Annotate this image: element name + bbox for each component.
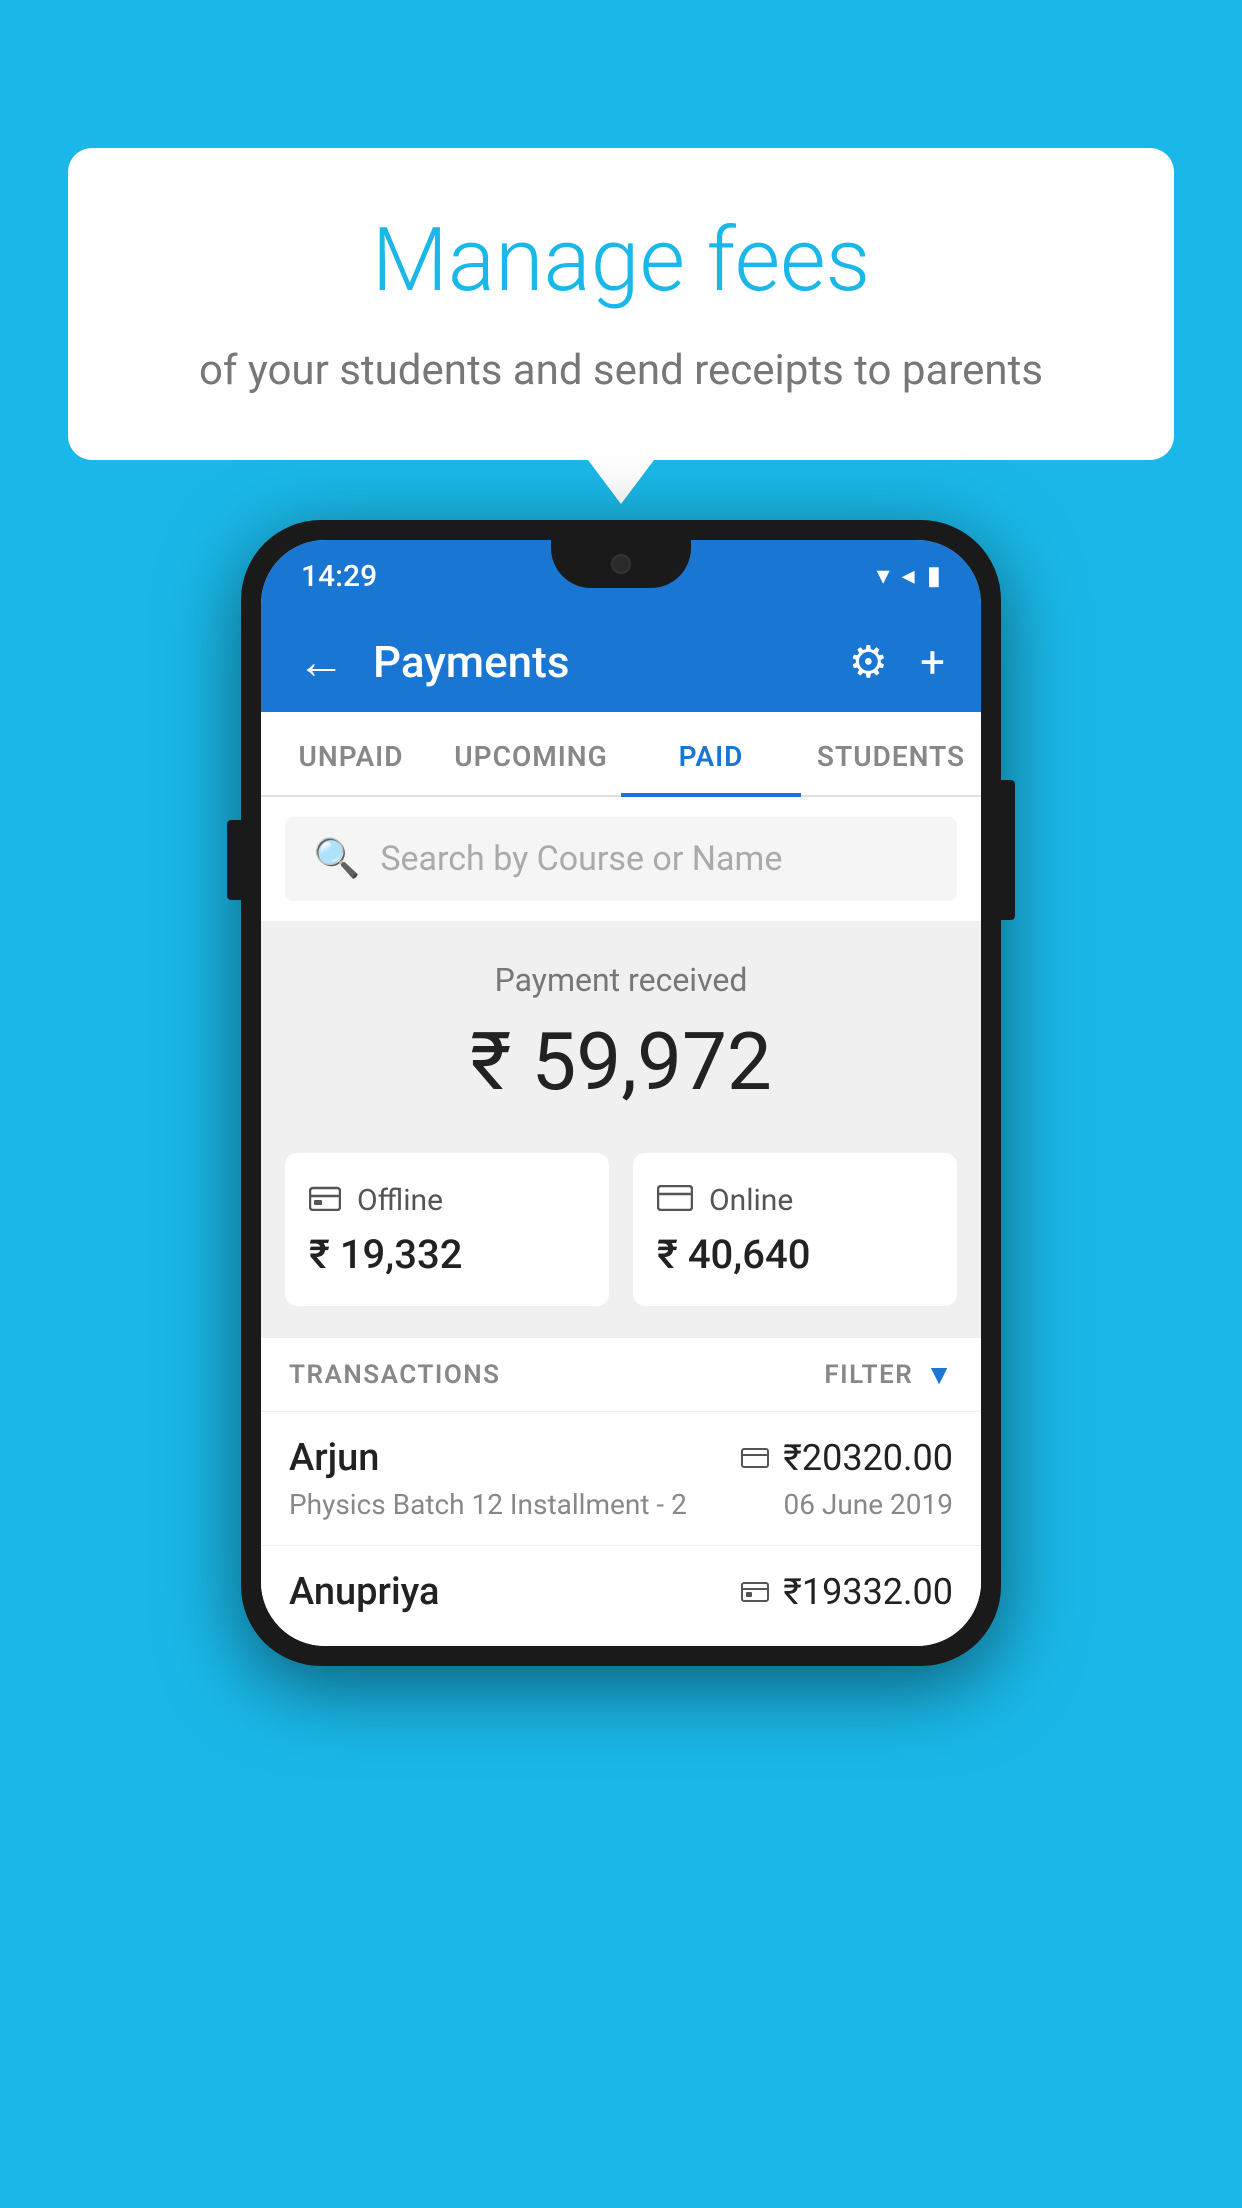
search-container: 🔍 Search by Course or Name [261,797,981,921]
filter-label: FILTER [824,1360,913,1390]
bubble-subtitle: of your students and send receipts to pa… [148,342,1094,401]
back-button[interactable]: ← [297,638,345,686]
offline-card: Offline ₹ 19,332 [285,1153,609,1306]
speech-bubble-container: Manage fees of your students and send re… [68,148,1174,460]
payment-received-section: Payment received ₹ 59,972 [261,921,981,1137]
offline-label: Offline [357,1183,443,1218]
search-placeholder: Search by Course or Name [380,839,782,879]
speech-bubble: Manage fees of your students and send re… [68,148,1174,460]
online-card: Online ₹ 40,640 [633,1153,957,1306]
header-actions: ⚙ + [849,636,945,688]
online-amount: ₹ 40,640 [657,1231,933,1278]
payment-cards: Offline ₹ 19,332 Online [261,1137,981,1338]
add-icon[interactable]: + [920,636,945,688]
app-header: ← Payments ⚙ + [261,612,981,712]
online-icon [657,1181,693,1219]
tab-bar: UNPAID UPCOMING PAID STUDENTS [261,712,981,797]
card-payment-icon [741,1442,769,1475]
signal-icon: ◂ [902,561,915,591]
status-icons: ▾ ◂ ▮ [877,561,941,591]
status-time: 14:29 [301,559,377,594]
camera [611,554,631,574]
search-icon: 🔍 [313,837,360,881]
transaction-row[interactable]: Anupriya ₹19332.00 [261,1545,981,1646]
battery-icon: ▮ [927,561,941,591]
transaction-date: 06 June 2019 [783,1488,953,1521]
transaction-name: Anupriya [289,1570,439,1614]
phone-outer: 14:29 ▾ ◂ ▮ ← Payments ⚙ + UNPAID [241,520,1001,1666]
tab-upcoming[interactable]: UPCOMING [441,712,621,795]
bubble-title: Manage fees [148,208,1094,314]
filter-icon: ▼ [925,1358,953,1391]
wifi-icon: ▾ [877,561,890,591]
payment-amount: ₹ 59,972 [261,1015,981,1109]
phone-container: 14:29 ▾ ◂ ▮ ← Payments ⚙ + UNPAID [241,520,1001,1666]
cash-payment-icon [741,1576,769,1609]
phone-screen: 14:29 ▾ ◂ ▮ ← Payments ⚙ + UNPAID [261,540,981,1646]
transaction-amount: ₹20320.00 [783,1437,953,1479]
search-bar[interactable]: 🔍 Search by Course or Name [285,817,957,901]
offline-icon [309,1181,341,1219]
transaction-row[interactable]: Arjun ₹20320.00 Physics [261,1411,981,1545]
tab-students[interactable]: STUDENTS [801,712,981,795]
transactions-header: TRANSACTIONS FILTER ▼ [261,1338,981,1411]
settings-icon[interactable]: ⚙ [849,636,888,688]
main-content: 🔍 Search by Course or Name Payment recei… [261,797,981,1646]
offline-amount: ₹ 19,332 [309,1231,585,1278]
status-bar: 14:29 ▾ ◂ ▮ [261,540,981,612]
page-title: Payments [373,636,821,688]
online-label: Online [709,1183,793,1218]
tab-paid[interactable]: PAID [621,712,801,795]
transaction-amount: ₹19332.00 [783,1571,953,1613]
notch [551,540,691,588]
payment-label: Payment received [261,961,981,999]
filter-area[interactable]: FILTER ▼ [824,1358,953,1391]
tab-unpaid[interactable]: UNPAID [261,712,441,795]
transaction-course: Physics Batch 12 Installment - 2 [289,1488,687,1521]
transaction-name: Arjun [289,1436,379,1480]
transactions-label: TRANSACTIONS [289,1360,501,1390]
